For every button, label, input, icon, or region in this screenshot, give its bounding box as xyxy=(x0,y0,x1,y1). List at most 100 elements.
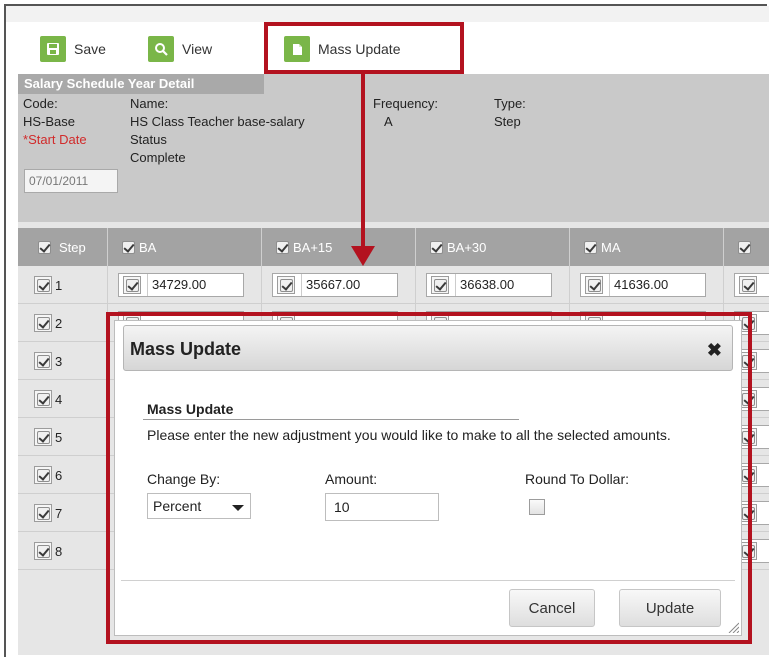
checkmark-icon xyxy=(125,278,139,292)
row-checkbox[interactable] xyxy=(34,276,52,294)
change-by-label: Change By: xyxy=(147,471,221,487)
column-checkbox[interactable] xyxy=(738,240,751,254)
step-cell: 5 xyxy=(18,418,108,456)
amount-value: 41636.00 xyxy=(609,274,668,296)
cell-checkbox[interactable] xyxy=(123,276,141,294)
start-date-label-text: Start Date xyxy=(28,132,87,147)
frequency-label: Frequency: xyxy=(373,96,439,111)
row-checkbox[interactable] xyxy=(34,428,52,446)
dialog-instructions: Please enter the new adjustment you woul… xyxy=(147,427,671,443)
amount-field[interactable]: 41636.00 xyxy=(580,273,706,297)
save-button-label: Save xyxy=(74,41,106,57)
update-button[interactable]: Update xyxy=(619,589,721,627)
cell-checkbox[interactable] xyxy=(585,276,603,294)
start-date-field[interactable]: 07/01/2011 xyxy=(24,169,118,193)
type-label: Type: xyxy=(494,96,526,111)
column-checkbox[interactable] xyxy=(122,240,135,254)
close-icon[interactable]: ✖ xyxy=(707,340,722,361)
amount-field[interactable] xyxy=(734,273,769,297)
checkmark-icon xyxy=(36,506,50,520)
view-button[interactable]: View xyxy=(148,36,212,62)
row-checkbox[interactable] xyxy=(34,466,52,484)
column-header-step[interactable]: Step xyxy=(18,228,108,266)
type-value: Step xyxy=(494,114,521,129)
code-value: HS-Base xyxy=(23,114,76,129)
step-number: 2 xyxy=(55,315,63,331)
checkmark-icon xyxy=(36,468,50,482)
checkmark-icon xyxy=(36,316,50,330)
amount-field[interactable]: 35667.00 xyxy=(272,273,398,297)
table-row: 1 34729.00 35667.00 36638.00 41636.00 xyxy=(18,266,769,304)
column-checkbox[interactable] xyxy=(276,240,289,254)
column-header-next[interactable] xyxy=(724,228,769,266)
change-by-select[interactable]: Percent xyxy=(147,493,251,519)
cell-checkbox[interactable] xyxy=(431,276,449,294)
code-label: Code: xyxy=(23,96,58,111)
column-checkbox[interactable] xyxy=(584,240,597,254)
checkmark-icon xyxy=(741,278,755,292)
dialog-footer-divider xyxy=(121,580,735,581)
checkmark-icon xyxy=(36,278,50,292)
amount-input[interactable]: 10 xyxy=(325,493,439,521)
step-number: 8 xyxy=(55,543,63,559)
checkmark-icon xyxy=(36,392,50,406)
cancel-button[interactable]: Cancel xyxy=(509,589,595,627)
step-number: 6 xyxy=(55,467,63,483)
status-label: Status xyxy=(130,132,167,147)
row-checkbox[interactable] xyxy=(34,314,52,332)
amount-cell: 36638.00 xyxy=(416,266,570,304)
detail-section-title: Salary Schedule Year Detail xyxy=(18,74,264,94)
column-header-label: MA xyxy=(601,239,621,255)
checkmark-icon xyxy=(587,278,601,292)
amount-value: 34729.00 xyxy=(147,274,206,296)
grid-header: Step BA BA+15 BA+30 MA xyxy=(18,228,769,266)
save-button[interactable]: Save xyxy=(40,36,106,62)
amount-field[interactable]: 34729.00 xyxy=(118,273,244,297)
callout-arrow-line xyxy=(361,70,365,248)
step-number: 4 xyxy=(55,391,63,407)
row-checkbox[interactable] xyxy=(34,352,52,370)
step-cell: 6 xyxy=(18,456,108,494)
cell-checkbox[interactable] xyxy=(277,276,295,294)
column-header-label: BA xyxy=(139,239,157,255)
row-checkbox[interactable] xyxy=(34,390,52,408)
cell-checkbox[interactable] xyxy=(739,276,757,294)
amount-cell: 35667.00 xyxy=(262,266,416,304)
view-button-label: View xyxy=(182,41,213,57)
amount-value: 35667.00 xyxy=(301,274,360,296)
status-value: Complete xyxy=(130,150,186,165)
resize-grip-icon[interactable] xyxy=(727,621,739,633)
column-header-ba15[interactable]: BA+15 xyxy=(262,228,416,266)
dialog-section-title: Mass Update xyxy=(147,401,234,417)
top-strip xyxy=(6,6,769,23)
step-number: 7 xyxy=(55,505,63,521)
mass-update-highlight xyxy=(264,22,464,74)
round-to-dollar-checkbox[interactable] xyxy=(529,499,545,515)
column-checkbox[interactable] xyxy=(430,240,443,254)
column-header-label: BA+15 xyxy=(293,239,333,255)
amount-cell: 41636.00 xyxy=(570,266,724,304)
mass-update-dialog: Mass Update ✖ Mass Update Please enter t… xyxy=(114,320,742,636)
column-header-ba30[interactable]: BA+30 xyxy=(416,228,570,266)
amount-cell: 34729.00 xyxy=(108,266,262,304)
dialog-header: Mass Update ✖ xyxy=(123,325,733,371)
step-cell: 3 xyxy=(18,342,108,380)
save-icon xyxy=(40,36,66,62)
change-by-value: Percent xyxy=(153,498,202,514)
amount-label: Amount: xyxy=(325,471,378,487)
name-value: HS Class Teacher base-salary xyxy=(130,114,305,129)
round-to-dollar-label: Round To Dollar: xyxy=(525,471,630,487)
row-checkbox[interactable] xyxy=(34,504,52,522)
checkmark-icon xyxy=(433,278,447,292)
section-divider xyxy=(143,419,519,420)
amount-field[interactable]: 36638.00 xyxy=(426,273,552,297)
select-all-checkbox[interactable] xyxy=(38,240,51,254)
column-header-ba[interactable]: BA xyxy=(108,228,262,266)
row-checkbox[interactable] xyxy=(34,542,52,560)
search-icon xyxy=(148,36,174,62)
checkmark-icon xyxy=(36,354,50,368)
dialog-title: Mass Update xyxy=(130,339,242,359)
column-header-ma[interactable]: MA xyxy=(570,228,724,266)
step-number: 5 xyxy=(55,429,63,445)
amount-cell xyxy=(724,266,769,304)
